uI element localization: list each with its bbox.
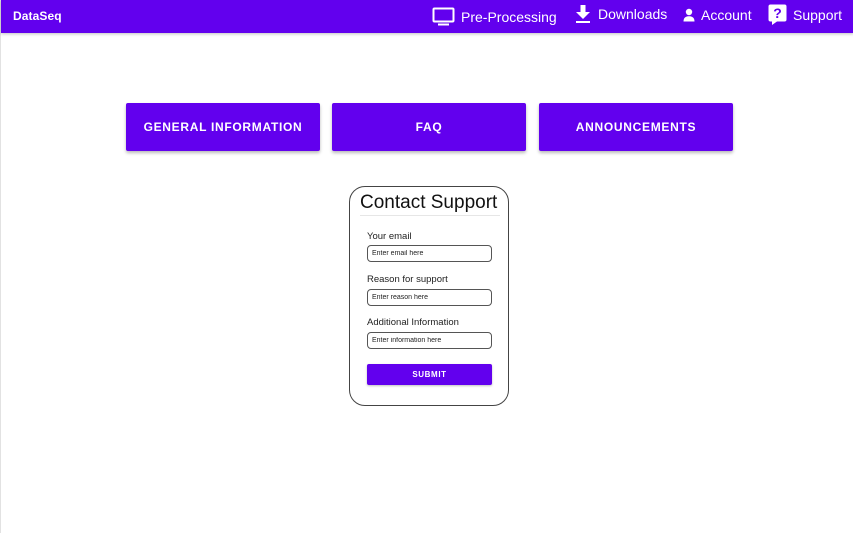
additional-info-label: Additional Information <box>367 317 459 328</box>
general-information-button[interactable]: GENERAL INFORMATION <box>126 103 320 151</box>
nav-pre-processing[interactable]: Pre-Processing <box>432 0 557 33</box>
contact-support-title: Contact Support <box>360 192 500 216</box>
nav-account-label: Account <box>701 6 752 23</box>
contact-support-card: Contact Support Your email Reason for su… <box>349 186 509 406</box>
nav-downloads[interactable]: Downloads <box>574 0 667 30</box>
nav-account[interactable]: Account <box>683 0 752 31</box>
top-app-bar: DataSeq Pre-Processing Downloads Account… <box>1 0 853 33</box>
monitor-icon <box>432 7 455 27</box>
nav-support[interactable]: ? Support <box>768 0 842 31</box>
announcements-button[interactable]: ANNOUNCEMENTS <box>539 103 733 151</box>
reason-field[interactable] <box>367 289 492 306</box>
email-label: Your email <box>367 231 412 242</box>
svg-text:?: ? <box>773 5 782 21</box>
help-icon: ? <box>768 4 787 25</box>
email-field[interactable] <box>367 245 492 262</box>
nav-support-label: Support <box>793 6 843 23</box>
faq-button[interactable]: FAQ <box>332 103 526 151</box>
person-icon <box>683 8 695 22</box>
nav-downloads-label: Downloads <box>598 5 668 22</box>
submit-button[interactable]: SUBMIT <box>367 364 492 385</box>
brand-title[interactable]: DataSeq <box>13 9 62 23</box>
reason-label: Reason for support <box>367 274 448 285</box>
nav-pre-processing-label: Pre-Processing <box>461 8 557 25</box>
additional-info-field[interactable] <box>367 332 492 349</box>
download-icon <box>574 4 592 24</box>
